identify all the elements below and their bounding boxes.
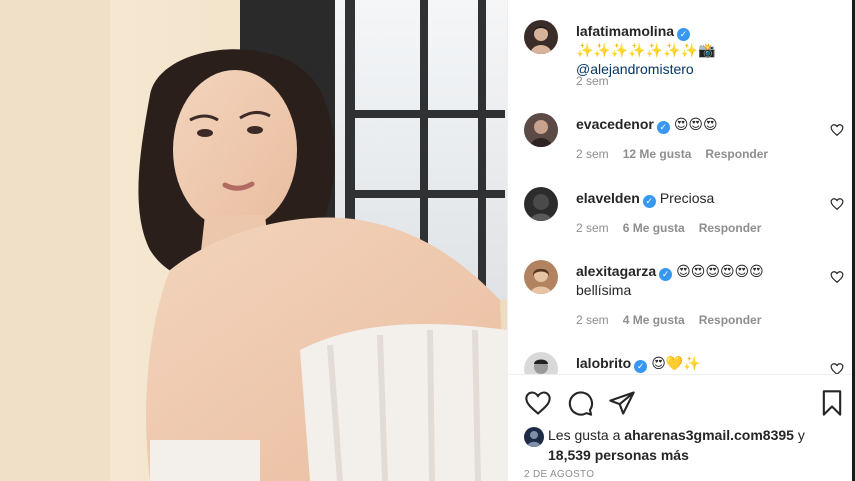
comment-text: 😍😍😍 xyxy=(673,116,718,132)
comment-like-heart-icon[interactable] xyxy=(830,270,844,284)
comment-likes[interactable]: 12 Me gusta xyxy=(623,147,692,161)
verified-badge-icon: ✓ xyxy=(642,195,656,208)
commenter-avatar[interactable] xyxy=(524,113,558,147)
caption-emoji: ✨✨✨✨✨✨✨📸 xyxy=(576,42,716,58)
reply-button[interactable]: Responder xyxy=(699,313,762,327)
comment-text: 😍😍😍😍😍😍 xyxy=(676,263,764,279)
comment-like-heart-icon[interactable] xyxy=(830,362,844,374)
verified-badge-icon: ✓ xyxy=(656,121,670,134)
reply-button[interactable]: Responder xyxy=(705,147,768,161)
liker-avatar[interactable] xyxy=(524,427,544,447)
post-caption: lafatimamolina ✓✨✨✨✨✨✨✨📸 @alejandromister… xyxy=(524,20,844,90)
post-photo-illustration xyxy=(0,0,507,481)
comment-icon[interactable] xyxy=(566,389,594,417)
comments-panel: lafatimamolina ✓✨✨✨✨✨✨✨📸 @alejandromister… xyxy=(507,0,855,481)
comment-item: alexitagarza ✓ 😍😍😍😍😍😍 bellísima 2 sem 4 Me … xyxy=(524,260,844,340)
comment-content: lalobrito ✓ 😍💛✨ xyxy=(576,354,816,373)
comment-time[interactable]: 2 sem xyxy=(576,313,609,327)
heart-icon[interactable] xyxy=(524,389,552,417)
commenter-avatar[interactable] xyxy=(524,352,558,374)
verified-badge-icon: ✓ xyxy=(634,360,648,373)
comment-meta: 2 sem 6 Me gusta Responder xyxy=(576,221,775,235)
commenter-username[interactable]: evacedenor xyxy=(576,116,654,132)
comment-content: evacedenor ✓ 😍😍😍 xyxy=(576,115,816,134)
comment-text: Preciosa xyxy=(659,190,715,206)
liker-username[interactable]: aharenas3gmail.com8395 xyxy=(624,427,794,443)
commenter-username[interactable]: alexitagarza xyxy=(576,263,656,279)
comment-like-heart-icon[interactable] xyxy=(830,197,844,211)
instagram-post-view: lafatimamolina ✓✨✨✨✨✨✨✨📸 @alejandromister… xyxy=(0,0,855,481)
author-avatar[interactable] xyxy=(524,20,558,54)
commenter-avatar[interactable] xyxy=(524,260,558,294)
caption-content: lafatimamolina ✓✨✨✨✨✨✨✨📸 @alejandromister… xyxy=(576,22,816,79)
caption-meta: 2 sem xyxy=(576,74,623,88)
reply-button[interactable]: Responder xyxy=(699,221,762,235)
comment-item: elavelden ✓ Preciosa 2 sem 6 Me gusta Respon… xyxy=(524,187,844,247)
likes-count[interactable]: 18,539 personas más xyxy=(548,447,689,463)
comment-item: evacedenor ✓ 😍😍😍 2 sem 12 Me gusta Responder xyxy=(524,113,844,173)
commenter-username[interactable]: elavelden xyxy=(576,190,640,206)
comment-text: 😍💛✨ xyxy=(651,355,701,371)
comment-content: elavelden ✓ Preciosa xyxy=(576,189,816,208)
post-date[interactable]: 2 DE AGOSTO xyxy=(524,469,594,480)
commenter-username[interactable]: lalobrito xyxy=(576,355,631,371)
post-photo[interactable] xyxy=(0,0,507,481)
comment-item: lalobrito ✓ 😍💛✨ xyxy=(524,352,844,374)
comment-meta: 2 sem 12 Me gusta Responder xyxy=(576,147,782,161)
author-username[interactable]: lafatimamolina xyxy=(576,23,674,39)
comment-time[interactable]: 2 sem xyxy=(576,221,609,235)
post-actions-bar: Les gusta a aharenas3gmail.com8395 y 18,… xyxy=(508,374,855,481)
caption-time[interactable]: 2 sem xyxy=(576,74,609,88)
comment-text-line2: bellísima xyxy=(576,282,632,298)
bookmark-icon[interactable] xyxy=(818,389,846,417)
likes-text: Les gusta a aharenas3gmail.com8395 y 18,… xyxy=(548,425,848,465)
comments-list[interactable]: lafatimamolina ✓✨✨✨✨✨✨✨📸 @alejandromister… xyxy=(508,0,855,374)
commenter-avatar[interactable] xyxy=(524,187,558,221)
comment-meta: 2 sem 4 Me gusta Responder xyxy=(576,313,775,327)
comment-content: alexitagarza ✓ 😍😍😍😍😍😍 bellísima xyxy=(576,262,816,300)
likes-prefix: Les gusta a xyxy=(548,427,621,443)
verified-badge-icon: ✓ xyxy=(659,268,673,281)
likes-joiner: y xyxy=(797,427,805,443)
send-icon[interactable] xyxy=(608,389,636,417)
verified-badge-icon: ✓ xyxy=(677,28,691,41)
comment-like-heart-icon[interactable] xyxy=(830,123,844,137)
comment-time[interactable]: 2 sem xyxy=(576,147,609,161)
comment-likes[interactable]: 4 Me gusta xyxy=(623,313,685,327)
comment-likes[interactable]: 6 Me gusta xyxy=(623,221,685,235)
